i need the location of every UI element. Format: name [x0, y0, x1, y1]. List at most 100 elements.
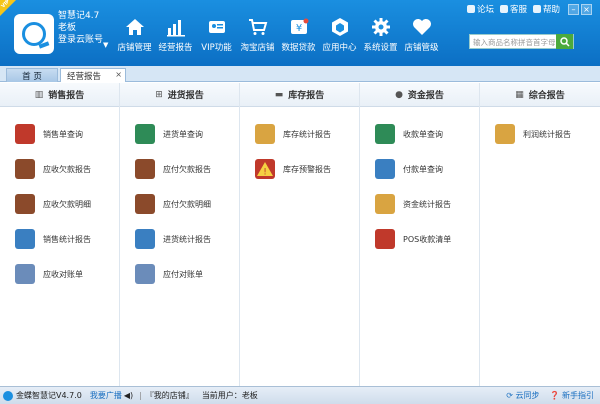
nav-taobao-shop[interactable]: 淘宝店铺 — [237, 16, 278, 53]
forum-label: 论坛 — [476, 5, 494, 15]
my-shop-label: 『我的店铺』 — [145, 391, 194, 400]
search-button[interactable] — [556, 34, 573, 49]
column-header: ▦ 综合报告 — [480, 83, 600, 107]
report-item-label: POS收款清单 — [403, 234, 452, 244]
close-icon[interactable]: × — [581, 3, 592, 15]
bar-chart-icon — [165, 16, 187, 38]
home-icon — [124, 16, 146, 38]
wallet-icon — [135, 159, 155, 179]
app-title: 智慧记4.7 — [58, 11, 100, 21]
guide-button[interactable]: ❓ 新手指引 — [549, 390, 594, 401]
tab-home[interactable]: 首 页 — [6, 68, 58, 82]
nav-label: VIP功能 — [201, 43, 232, 53]
report-item-label: 付款单查询 — [403, 164, 443, 174]
column-title: 进货报告 — [167, 91, 204, 101]
report-item-label: 应收欠款报告 — [43, 164, 91, 174]
nav-app-center[interactable]: 应用中心 — [319, 16, 360, 53]
money-icon: ¥ — [288, 16, 310, 38]
report-item-label: 应付欠款明细 — [163, 199, 211, 209]
vip-card-icon — [206, 16, 228, 38]
report-item[interactable]: 收款单查询 — [375, 124, 443, 144]
report-item[interactable]: 进货单查询 — [135, 124, 203, 144]
cloud-sync-button[interactable]: ⟳ 云同步 — [506, 390, 539, 401]
cloud-sync-label: 云同步 — [515, 391, 540, 400]
help-label: 帮助 — [542, 5, 560, 15]
cart-icon — [247, 16, 269, 38]
nav-system-settings[interactable]: 系统设置 — [360, 16, 401, 53]
column-header: ● 资金报告 — [360, 83, 479, 107]
current-user-value: 老板 — [241, 391, 258, 400]
status-actions: ⟳ 云同步 ❓ 新手指引 — [506, 390, 594, 401]
report-item[interactable]: 利润统计报告 — [495, 124, 571, 144]
app-logo — [14, 14, 54, 54]
report-item[interactable]: 进货统计报告 — [135, 229, 211, 249]
nav-shop-upgrade[interactable]: 店铺管级 — [401, 16, 442, 53]
nav-label: 店铺管理 — [117, 43, 152, 53]
top-utility-bar: 论坛 客服 帮助 – × — [466, 3, 592, 15]
statistics-icon — [15, 229, 35, 249]
report-item[interactable]: 应付欠款报告 — [135, 159, 211, 179]
wallet-detail-icon — [135, 194, 155, 214]
app-logo-icon — [3, 390, 13, 401]
report-item-label: 应收欠款明细 — [43, 199, 91, 209]
report-item-label: 应收对账单 — [43, 269, 83, 279]
nav-label: 经营报告 — [158, 43, 193, 53]
report-item[interactable]: 付款单查询 — [375, 159, 443, 179]
pos-icon — [375, 229, 395, 249]
support-label: 客服 — [509, 5, 527, 15]
help-icon — [532, 5, 541, 13]
report-item[interactable]: POS收款清单 — [375, 229, 451, 249]
report-item[interactable]: ! 库存预警报告 — [255, 159, 331, 179]
nav-data-loan[interactable]: ¥ 数据贷款 — [278, 16, 319, 53]
cart-icon: ⊞ — [155, 89, 163, 100]
close-icon[interactable]: × — [115, 70, 122, 79]
report-item-label: 进货统计报告 — [163, 234, 211, 244]
report-item[interactable]: 应收欠款报告 — [15, 159, 91, 179]
user-role: 老板 — [58, 23, 77, 33]
report-item-label: 收款单查询 — [403, 129, 443, 139]
profit-icon — [495, 124, 515, 144]
minimize-icon[interactable]: – — [568, 3, 579, 15]
report-item[interactable]: 销售单查询 — [15, 124, 83, 144]
report-item-label: 库存统计报告 — [283, 129, 331, 139]
help-link[interactable]: 帮助 — [532, 3, 560, 15]
tab-bar: 首 页 经营报告 × — [0, 66, 600, 82]
nav-shop-management[interactable]: 店铺管理 — [114, 16, 155, 53]
nav-label: 系统设置 — [363, 43, 398, 53]
support-icon — [499, 5, 508, 13]
wallet-icon — [15, 159, 35, 179]
column-funds-report: ● 资金报告 收款单查询 付款单查询 资金统计报告 POS收款清单 — [360, 83, 480, 386]
report-item-label: 销售统计报告 — [43, 234, 91, 244]
column-title: 资金报告 — [407, 91, 444, 101]
nav-business-report[interactable]: 经营报告 — [155, 16, 196, 53]
report-item[interactable]: 应收欠款明细 — [15, 194, 91, 214]
document-icon — [15, 124, 35, 144]
inventory-icon — [255, 124, 275, 144]
support-link[interactable]: 客服 — [499, 3, 527, 15]
column-title: 库存报告 — [288, 91, 325, 101]
broadcast-link[interactable]: 我要广播 — [90, 390, 122, 401]
wallet-detail-icon — [15, 194, 35, 214]
report-item-label: 利润统计报告 — [523, 129, 571, 139]
report-item[interactable]: 资金统计报告 — [375, 194, 451, 214]
forum-icon — [466, 5, 475, 13]
statement-icon — [15, 264, 35, 284]
switch-account-link[interactable]: 登录云账号 — [58, 34, 103, 46]
report-item[interactable]: 库存统计报告 — [255, 124, 331, 144]
chevron-down-icon[interactable]: ▼ — [103, 41, 108, 49]
app-version: 金蝶智慧记V4.7.0 — [16, 391, 82, 400]
report-item[interactable]: 应付欠款明细 — [135, 194, 211, 214]
nav-vip-functions[interactable]: VIP功能 — [196, 16, 237, 53]
report-item[interactable]: 销售统计报告 — [15, 229, 91, 249]
tab-business-report[interactable]: 经营报告 × — [60, 68, 126, 82]
column-header: ▬ 库存报告 — [240, 83, 359, 107]
forum-link[interactable]: 论坛 — [466, 3, 494, 15]
heart-icon — [411, 16, 433, 38]
nav-label: 应用中心 — [322, 43, 357, 53]
report-item-label: 库存预警报告 — [283, 164, 331, 174]
report-item[interactable]: 应收对账单 — [15, 264, 83, 284]
payment-icon — [375, 159, 395, 179]
report-item[interactable]: 应付对账单 — [135, 264, 203, 284]
grid-icon: ▦ — [515, 89, 524, 100]
bar-chart-icon: ▥ — [34, 89, 44, 100]
